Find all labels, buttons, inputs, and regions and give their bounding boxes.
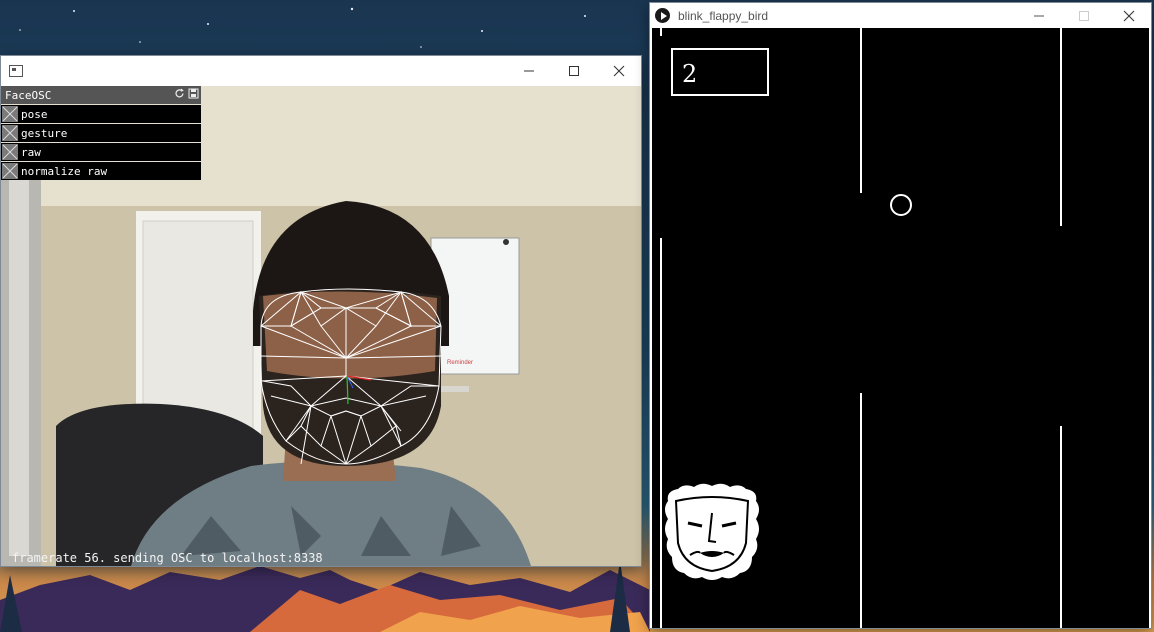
faceosc-window: Reminder FaceOSC pose gesture raw normal… — [1, 56, 641, 566]
maximize-button — [1061, 3, 1106, 28]
checkbox-x-icon — [2, 163, 18, 179]
pose-checkbox[interactable] — [2, 106, 18, 122]
bird-icon — [890, 194, 912, 216]
option-label: gesture — [21, 126, 68, 140]
flappy-titlebar[interactable]: blink_flappy_bird — [650, 3, 1151, 28]
minimize-button[interactable] — [1016, 3, 1061, 28]
score-display: 2 — [671, 48, 769, 96]
app-icon — [9, 65, 23, 77]
option-label: pose — [21, 107, 48, 121]
option-raw[interactable]: raw — [1, 143, 201, 161]
maximize-icon — [1078, 10, 1089, 21]
minimize-icon — [1033, 15, 1044, 16]
normalize-raw-checkbox[interactable] — [2, 163, 18, 179]
checkbox-x-icon — [2, 144, 18, 160]
raw-checkbox[interactable] — [2, 144, 18, 160]
option-label: raw — [21, 145, 41, 159]
game-scene — [660, 28, 1062, 628]
status-line: framerate 56. sending OSC to localhost:8… — [12, 551, 323, 565]
checkbox-x-icon — [2, 125, 18, 141]
play-icon — [655, 8, 670, 23]
mask-icon — [665, 483, 759, 580]
faceosc-panel: FaceOSC pose gesture raw normalize raw — [1, 86, 201, 181]
option-gesture[interactable]: gesture — [1, 124, 201, 142]
minimize-button[interactable] — [506, 56, 551, 86]
option-label: normalize raw — [21, 164, 108, 178]
panel-title: FaceOSC — [5, 88, 52, 102]
whiteboard-note: Reminder — [447, 360, 473, 366]
gesture-checkbox[interactable] — [2, 125, 18, 141]
option-pose[interactable]: pose — [1, 105, 201, 123]
window-title: blink_flappy_bird — [678, 8, 769, 23]
refresh-icon[interactable] — [174, 88, 185, 99]
close-icon — [1123, 10, 1134, 21]
flappy-window: blink_flappy_bird 2 — [650, 3, 1151, 628]
close-icon — [613, 65, 624, 77]
checkbox-x-icon — [2, 106, 18, 122]
close-button[interactable] — [1106, 3, 1151, 28]
game-canvas[interactable]: 2 — [652, 28, 1149, 628]
maximize-icon — [568, 66, 579, 76]
option-normalize-raw[interactable]: normalize raw — [1, 162, 201, 180]
camera-view[interactable]: Reminder FaceOSC pose gesture raw normal… — [1, 86, 641, 566]
minimize-icon — [523, 70, 534, 72]
close-button[interactable] — [596, 56, 641, 86]
panel-header[interactable]: FaceOSC — [1, 86, 201, 104]
faceosc-titlebar[interactable] — [1, 56, 641, 86]
maximize-button[interactable] — [551, 56, 596, 86]
save-icon[interactable] — [188, 88, 199, 99]
